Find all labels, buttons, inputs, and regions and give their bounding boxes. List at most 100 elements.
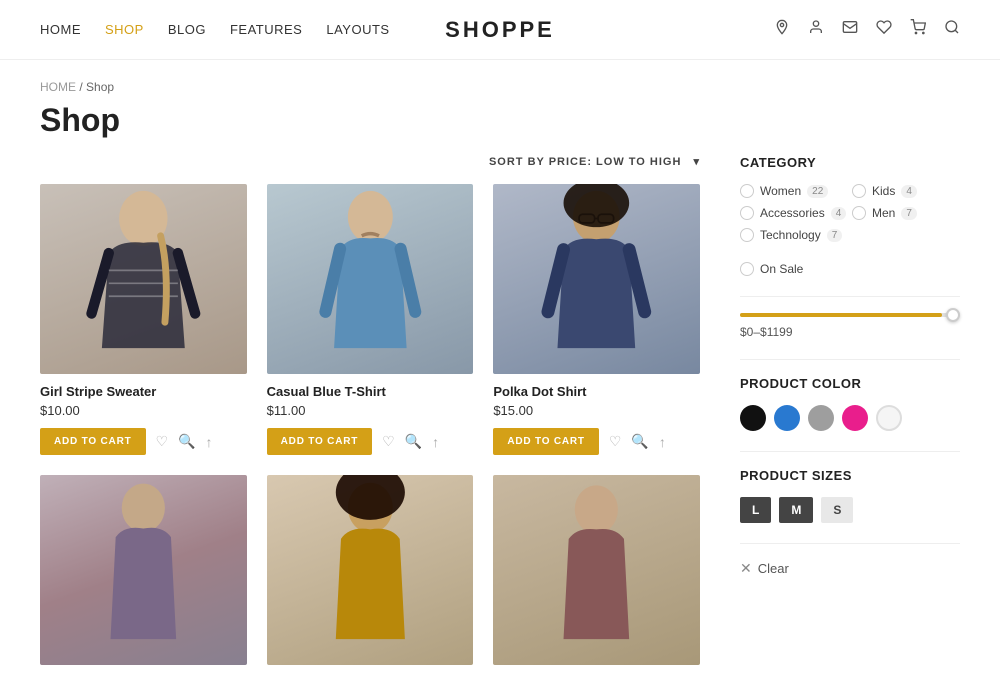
location-icon[interactable] [774,19,790,40]
site-logo[interactable]: SHOPPE [445,17,555,43]
size-buttons: L M S [740,497,960,523]
product-image[interactable] [493,475,700,665]
size-button-l[interactable]: L [740,497,771,523]
nav-layouts[interactable]: LAYOUTS [326,22,389,37]
zoom-icon[interactable]: 🔍 [178,433,195,450]
header: HOME SHOP BLOG FEATURES LAYOUTS SHOPPE [0,0,1000,60]
breadcrumb-home[interactable]: HOME [40,80,76,94]
product-image[interactable] [267,184,474,374]
wishlist-icon[interactable]: ♡ [609,433,622,450]
category-title: Category [740,155,960,170]
category-item-men[interactable]: Men 7 [852,206,960,220]
category-item-kids[interactable]: Kids 4 [852,184,960,198]
zoom-icon[interactable]: 🔍 [405,433,422,450]
cat-label-women: Women [760,184,801,198]
product-card: Casual Blue T-Shirt $11.00 ADD TO CART ♡… [267,184,474,455]
radio-technology[interactable] [740,228,754,242]
product-price: $11.00 [267,403,474,418]
size-button-m[interactable]: M [779,497,813,523]
radio-accessories[interactable] [740,206,754,220]
product-image[interactable] [493,184,700,374]
category-item-technology[interactable]: Technology 7 [740,228,848,242]
nav-shop[interactable]: SHOP [105,22,144,37]
color-swatch-black[interactable] [740,405,766,431]
on-sale-row[interactable]: On Sale [740,262,960,276]
cart-icon[interactable] [910,19,926,40]
cat-label-kids: Kids [872,184,895,198]
product-name: Polka Dot Shirt [493,384,700,399]
cat-count-men: 7 [901,207,917,220]
mail-icon[interactable] [842,19,858,40]
add-to-cart-button[interactable]: ADD TO CART [40,428,146,455]
product-actions: ADD TO CART ♡ 🔍 ↑ [493,428,700,455]
sort-label: SORT BY PRICE: LOW TO HIGH [489,156,681,168]
size-section: Product Sizes L M S [740,468,960,523]
share-icon[interactable]: ↑ [206,434,213,450]
radio-women[interactable] [740,184,754,198]
product-card: Polka Dot Shirt $15.00 ADD TO CART ♡ 🔍 ↑ [493,184,700,455]
price-slider-track[interactable] [740,313,960,317]
cat-label-men: Men [872,206,895,220]
product-image[interactable] [267,475,474,665]
product-card: Girl Stripe Sweater $10.00 ADD TO CART ♡… [40,184,247,455]
cat-count-accessories: 4 [831,207,847,220]
category-item-women[interactable]: Women 22 [740,184,848,198]
product-area: SORT BY PRICE: LOW TO HIGH ▾ [40,155,700,675]
price-slider-thumb[interactable] [946,308,960,322]
product-name: Girl Stripe Sweater [40,384,247,399]
color-swatch-pink[interactable] [842,405,868,431]
price-slider-section: $0–$1199 [740,313,960,339]
page-title: Shop [0,102,1000,155]
product-card [40,475,247,675]
header-icons [774,19,960,40]
color-section: Product Color [740,376,960,431]
sidebar-divider-3 [740,451,960,452]
clear-label: Clear [758,561,789,576]
sort-bar: SORT BY PRICE: LOW TO HIGH ▾ [40,155,700,168]
nav-home[interactable]: HOME [40,22,81,37]
color-swatch-white[interactable] [876,405,902,431]
nav-blog[interactable]: BLOG [168,22,206,37]
category-item-accessories[interactable]: Accessories 4 [740,206,848,220]
color-swatch-gray[interactable] [808,405,834,431]
wishlist-icon[interactable]: ♡ [156,433,169,450]
breadcrumb-separator: / [79,80,86,94]
product-card [267,475,474,675]
breadcrumb-current: Shop [86,80,114,94]
product-image[interactable] [40,184,247,374]
add-to-cart-button[interactable]: ADD TO CART [493,428,599,455]
add-to-cart-button[interactable]: ADD TO CART [267,428,373,455]
breadcrumb: HOME / Shop [0,60,1000,102]
product-grid: Girl Stripe Sweater $10.00 ADD TO CART ♡… [40,184,700,675]
nav-features[interactable]: FEATURES [230,22,302,37]
product-image[interactable] [40,475,247,665]
size-button-s[interactable]: S [821,497,853,523]
wishlist-icon[interactable]: ♡ [382,433,395,450]
main-nav: HOME SHOP BLOG FEATURES LAYOUTS [40,22,390,37]
sidebar-divider [740,296,960,297]
radio-on-sale[interactable] [740,262,754,276]
product-actions: ADD TO CART ♡ 🔍 ↑ [40,428,247,455]
sort-chevron-icon: ▾ [693,155,700,168]
clear-button[interactable]: ✕ Clear [740,560,789,577]
color-title: Product Color [740,376,960,391]
cat-count-kids: 4 [901,185,917,198]
product-card [493,475,700,675]
zoom-icon[interactable]: 🔍 [631,433,648,450]
user-icon[interactable] [808,19,824,40]
cat-label-technology: Technology [760,228,821,242]
main-layout: SORT BY PRICE: LOW TO HIGH ▾ [0,155,1000,675]
product-price: $15.00 [493,403,700,418]
radio-men[interactable] [852,206,866,220]
cat-count-women: 22 [807,185,828,198]
search-icon[interactable] [944,19,960,40]
heart-icon[interactable] [876,19,892,40]
radio-kids[interactable] [852,184,866,198]
sort-selector[interactable]: SORT BY PRICE: LOW TO HIGH ▾ [489,155,700,168]
sidebar: Category Women 22 Kids 4 Accessories 4 M… [740,155,960,675]
color-swatch-blue[interactable] [774,405,800,431]
clear-x-icon: ✕ [740,560,752,577]
product-name: Casual Blue T-Shirt [267,384,474,399]
share-icon[interactable]: ↑ [659,434,666,450]
share-icon[interactable]: ↑ [432,434,439,450]
